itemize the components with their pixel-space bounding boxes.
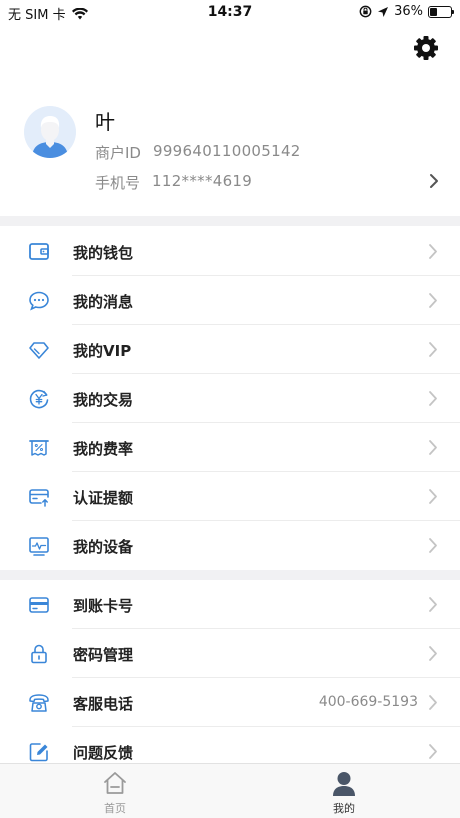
rate-icon [29,440,49,456]
gear-icon[interactable] [412,34,440,62]
card-upload-icon [29,489,49,507]
menu-item-password[interactable]: 密码管理 [0,629,460,678]
menu-label: 我的设备 [73,538,134,556]
menu-label: 密码管理 [73,646,134,664]
phone-row: 手机号 112****4619 [95,172,252,193]
location-arrow-icon [378,6,389,17]
yen-cycle-icon [29,389,49,409]
phone-label: 手机号 [95,174,141,192]
battery-percent: 36% [394,4,423,19]
bank-card-icon [29,597,49,613]
chevron-right-icon [430,174,438,188]
status-right: 36% [359,4,454,19]
chevron-right-icon [429,538,437,553]
menu-label: 问题反馈 [73,744,134,762]
tab-mine[interactable]: 我的 [304,770,384,816]
feedback-edit-icon [29,743,48,762]
section-divider [0,216,460,226]
tab-mine-label: 我的 [333,802,355,815]
chevron-right-icon [429,695,437,710]
menu-item-payout-card[interactable]: 到账卡号 [0,580,460,629]
merchant-id-label: 商户ID [95,144,141,162]
chevron-right-icon [429,244,437,259]
orientation-lock-icon [359,5,372,18]
menu-item-verify-limit[interactable]: 认证提额 [0,472,460,521]
chevron-right-icon [429,391,437,406]
avatar [24,106,76,158]
menu-item-transactions[interactable]: 我的交易 [0,374,460,423]
menu-label: 我的费率 [73,440,134,458]
menu-item-rate[interactable]: 我的费率 [0,423,460,472]
user-icon [333,772,355,796]
merchant-id-row: 商户ID 999640110005142 [95,142,301,163]
menu-item-vip[interactable]: 我的VIP [0,325,460,374]
menu-label: 客服电话 [73,695,134,713]
diamond-icon [29,342,49,359]
menu-label: 我的钱包 [73,244,134,262]
user-name: 叶 [95,110,115,134]
chevron-right-icon [429,342,437,357]
service-phone-number: 400-669-5193 [318,694,418,710]
merchant-id-value: 999640110005142 [152,142,301,160]
status-bar: 无 SIM 卡 14:37 36% [0,0,460,24]
battery-icon [428,5,454,18]
user-avatar-icon [24,106,76,158]
menu-item-wallet[interactable]: 我的钱包 [0,227,460,276]
profile-card[interactable]: 叶 商户ID 999640110005142 手机号 112****4619 [0,90,460,216]
tab-bar: 首页 我的 [0,763,460,818]
tab-home[interactable]: 首页 [75,770,155,816]
lock-icon [31,644,47,664]
device-icon [29,537,49,556]
phone-value: 112****4619 [152,172,253,190]
menu-item-devices[interactable]: 我的设备 [0,521,460,570]
menu-label: 到账卡号 [73,597,134,615]
chevron-right-icon [429,489,437,504]
message-icon [29,291,49,311]
battery-level [430,7,438,16]
menu-item-messages[interactable]: 我的消息 [0,276,460,325]
menu-label: 我的交易 [73,391,134,409]
tab-home-label: 首页 [104,802,126,815]
wallet-icon [29,243,49,260]
menu-label: 我的消息 [73,293,134,311]
menu-label: 我的VIP [73,342,132,360]
menu-item-customer-service[interactable]: 客服电话 400-669-5193 [0,678,460,727]
menu-group-settings: 到账卡号 密码管理 客服电话 400-669-5193 问题反馈 [0,580,460,776]
chevron-right-icon [429,597,437,612]
menu-group-account: 我的钱包 我的消息 我的VIP 我的交易 我的费率 认证提额 我的设备 [0,227,460,570]
telephone-icon [29,694,49,712]
section-divider [0,570,460,580]
home-icon [104,772,126,794]
chevron-right-icon [429,646,437,661]
chevron-right-icon [429,293,437,308]
menu-label: 认证提额 [73,489,134,507]
chevron-right-icon [429,440,437,455]
chevron-right-icon [429,744,437,759]
